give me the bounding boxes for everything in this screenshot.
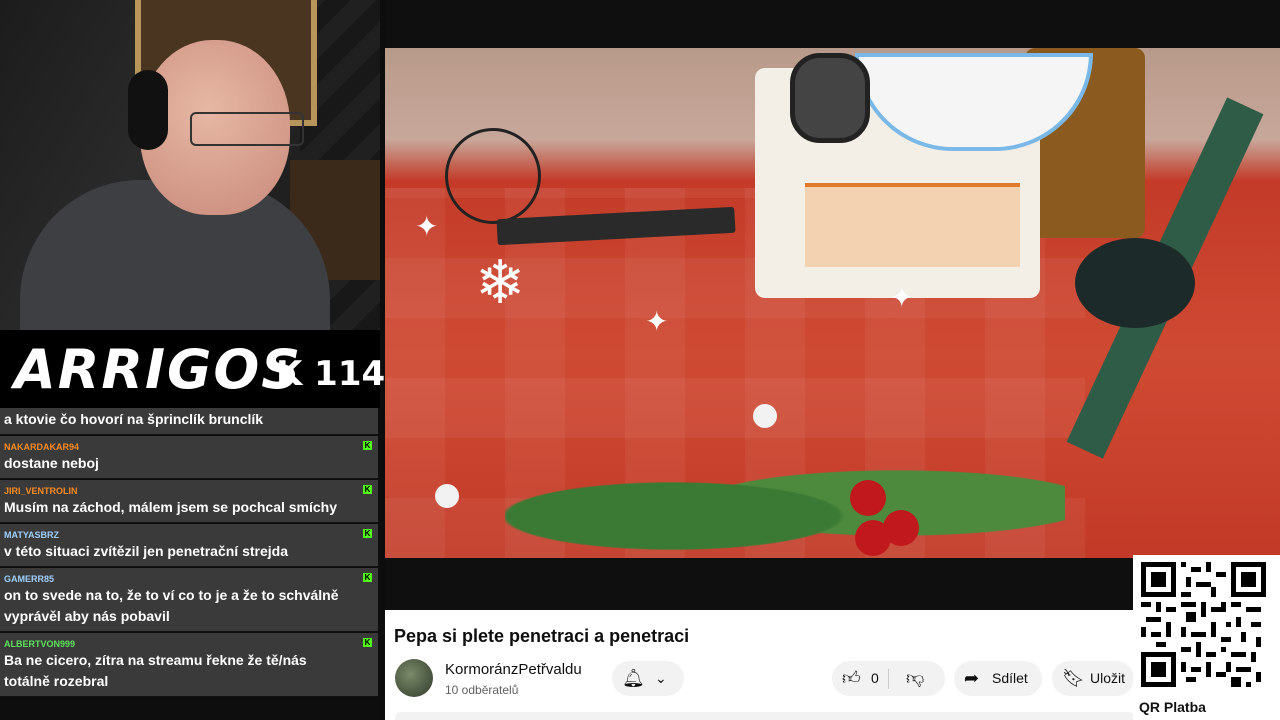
holly-berry [883, 510, 919, 546]
subscriber-count: 10 odběratelů [445, 683, 519, 697]
kick-counter: K 114 [276, 354, 386, 394]
like-count[interactable]: 0 [871, 661, 879, 696]
kick-badge-icon: K [363, 638, 372, 647]
bell-icon: 🔔︎ [622, 668, 645, 688]
chat-message: MATYASBRZ K v této situaci zvítězil jen … [0, 524, 378, 567]
chat-username[interactable]: JIRI_VENTROLIN [4, 485, 78, 497]
kick-badge-icon: K [363, 441, 372, 450]
thumbs-down-icon[interactable]: 👎︎ [906, 661, 924, 696]
video-title: Pepa si plete penetraci a penetraci [394, 626, 690, 646]
save-label: Uložit [1090, 670, 1126, 686]
description-box-edge [395, 712, 1135, 720]
chevron-down-icon: ⌄ [655, 670, 667, 686]
chat-message: JIRI_VENTROLIN K Musím na záchod, málem … [0, 480, 378, 523]
kick-badge-icon: K [363, 485, 372, 494]
channel-name[interactable]: KormoránzPetřvaldu [445, 660, 582, 680]
save-button[interactable]: 🔖︎ Uložit [1052, 661, 1134, 696]
snow-dot [435, 484, 459, 508]
share-label: Sdílet [992, 670, 1028, 686]
like-dislike-group: 👍︎ 0 👎︎ [832, 661, 945, 696]
chat-message: ALBERTVON999 K Ba ne cicero, zítra na st… [0, 633, 378, 697]
star-icon: ✦ [415, 211, 439, 242]
headphones [128, 70, 168, 150]
chat-message-text: v této situaci zvítězil jen penetrační s… [4, 543, 288, 559]
tub-label [805, 183, 1020, 267]
qr-code-icon [1141, 562, 1266, 687]
chat-username[interactable]: ALBERTVON999 [4, 638, 75, 650]
qr-payment-label: QR Platba [1139, 699, 1206, 715]
chat-username[interactable]: NAKARDAKAR94 [4, 441, 79, 453]
chat-message-text: on to svede na to, že to ví co to je a ž… [4, 587, 339, 624]
brand-logo: ARRIGOS [14, 338, 303, 401]
channel-avatar[interactable] [395, 659, 433, 697]
snowflake-icon: ❄ [475, 249, 526, 316]
snow-dot [753, 404, 777, 428]
chat-panel: a ktovie čo hovorí na šprinclík brunclík… [0, 408, 380, 720]
kick-badge-icon: K [363, 529, 372, 538]
glasses [190, 112, 304, 146]
chat-message-text: dostane neboj [4, 455, 99, 471]
chat-username[interactable]: GAMERR85 [4, 573, 54, 585]
holly-plant [505, 438, 1065, 558]
wristwatch [790, 53, 870, 143]
notification-bell-button[interactable]: 🔔︎ ⌄ [612, 661, 684, 696]
chat-message-text: Ba ne cicero, zítra na streamu řekne že … [4, 652, 307, 689]
star-icon: ✦ [890, 282, 914, 313]
kick-badge-icon: K [363, 573, 372, 582]
thumbs-up-icon[interactable]: 👍︎ [842, 661, 861, 696]
chat-message-text: Musím na záchod, málem jsem se pochcal s… [4, 499, 338, 515]
holly-berry [850, 480, 886, 516]
video-frame[interactable]: ❄ ✦ ✦ ✦ [385, 48, 1280, 558]
like-divider [888, 669, 889, 689]
mic-stand-base [1075, 238, 1195, 328]
chat-message-text: a ktovie čo hovorí na šprinclík brunclík [4, 411, 264, 427]
cable-coil [445, 128, 541, 224]
chat-message: NAKARDAKAR94 K dostane neboj [0, 436, 378, 479]
chat-message: GAMERR85 K on to svede na to, že to ví c… [0, 568, 378, 632]
share-arrow-icon: ➦ [964, 668, 980, 688]
webcam-feed [0, 0, 380, 330]
chat-username[interactable]: MATYASBRZ [4, 529, 59, 541]
chat-message: a ktovie čo hovorí na šprinclík brunclík [0, 408, 378, 435]
share-button[interactable]: ➦ Sdílet [954, 661, 1042, 696]
star-icon: ✦ [645, 306, 669, 337]
bookmark-icon: 🔖︎ [1062, 668, 1085, 688]
